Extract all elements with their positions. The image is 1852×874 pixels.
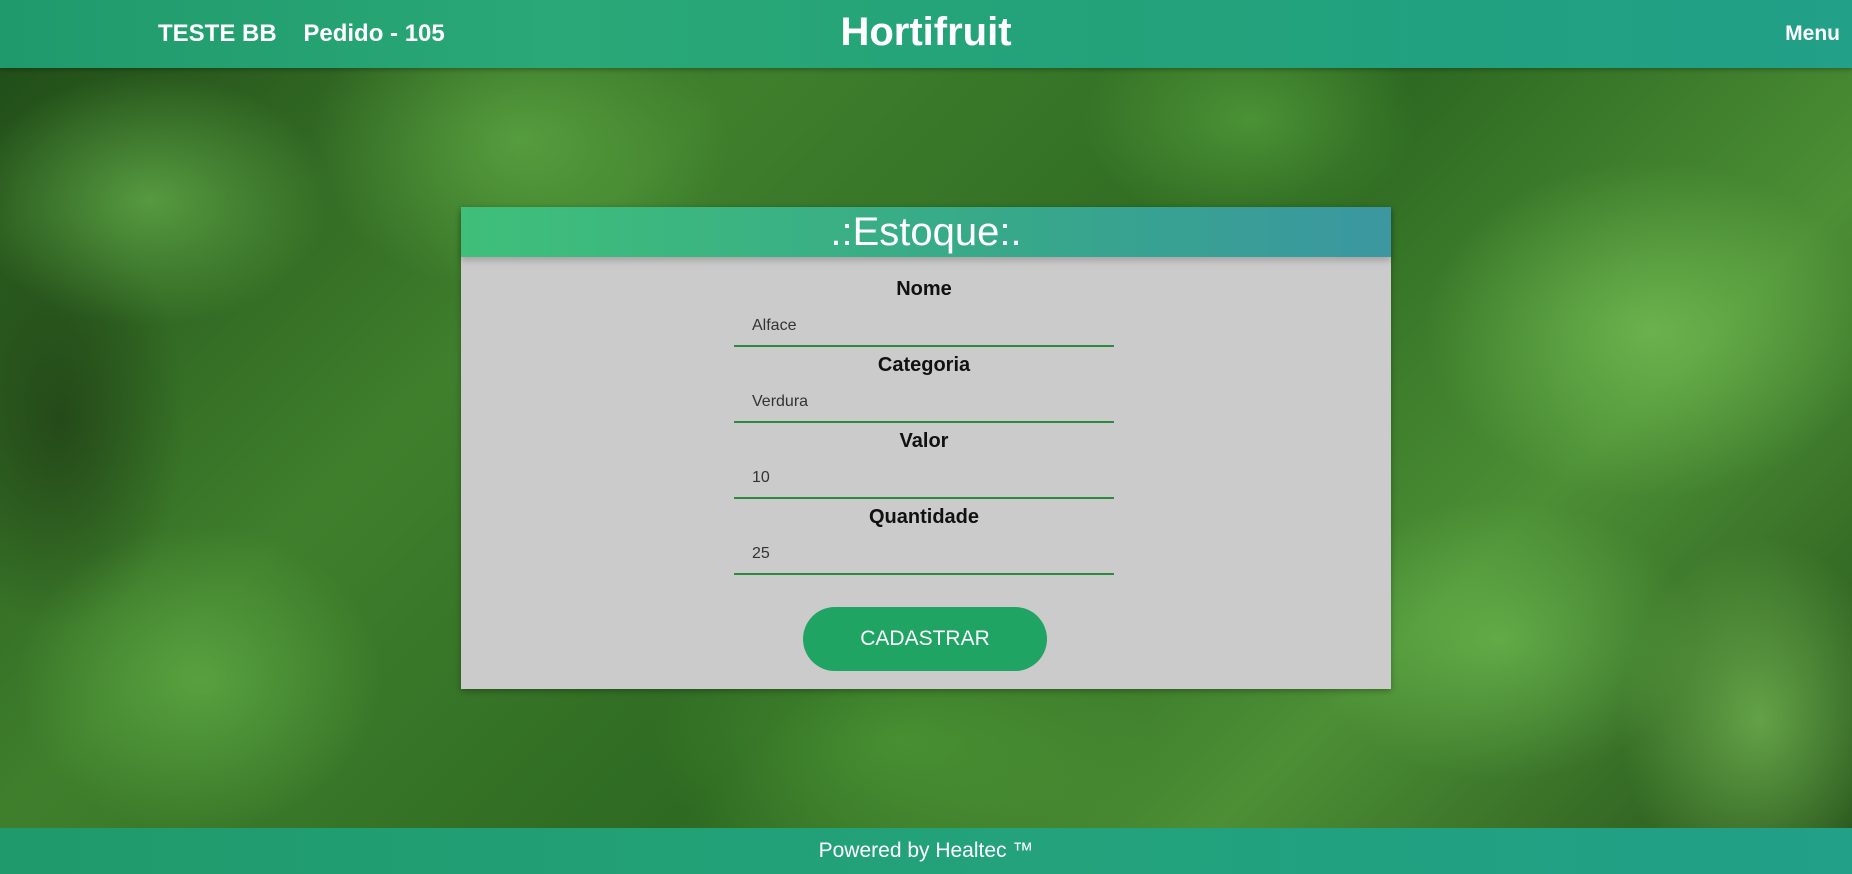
field-nome: Nome [734,277,1114,353]
nome-input[interactable] [734,307,1114,347]
nome-label: Nome [896,278,952,300]
field-categoria: Categoria [734,353,1114,429]
field-quantidade: Quantidade [734,505,1114,581]
field-valor: Valor [734,429,1114,505]
cadastrar-button[interactable]: CADASTRAR [803,607,1047,671]
app-title: Hortifruit [840,10,1012,54]
valor-input[interactable] [734,459,1114,499]
quantidade-label: Quantidade [868,506,979,528]
categoria-input[interactable] [734,383,1114,423]
stock-form-card: .:Estoque:. Nome Categoria Valor Quantid… [461,207,1391,689]
quantidade-input[interactable] [734,535,1114,575]
categoria-label: Categoria [877,354,971,376]
card-title: .:Estoque:. [461,207,1391,257]
valor-label: Valor [899,430,949,452]
menu-link[interactable]: Menu [1785,22,1840,46]
stock-form: Nome Categoria Valor Quantidade [734,277,1114,581]
top-navbar: TESTE BB Pedido - 105 Hortifruit Menu [0,0,1852,68]
footer: Powered by Healtec ™ [0,828,1852,874]
